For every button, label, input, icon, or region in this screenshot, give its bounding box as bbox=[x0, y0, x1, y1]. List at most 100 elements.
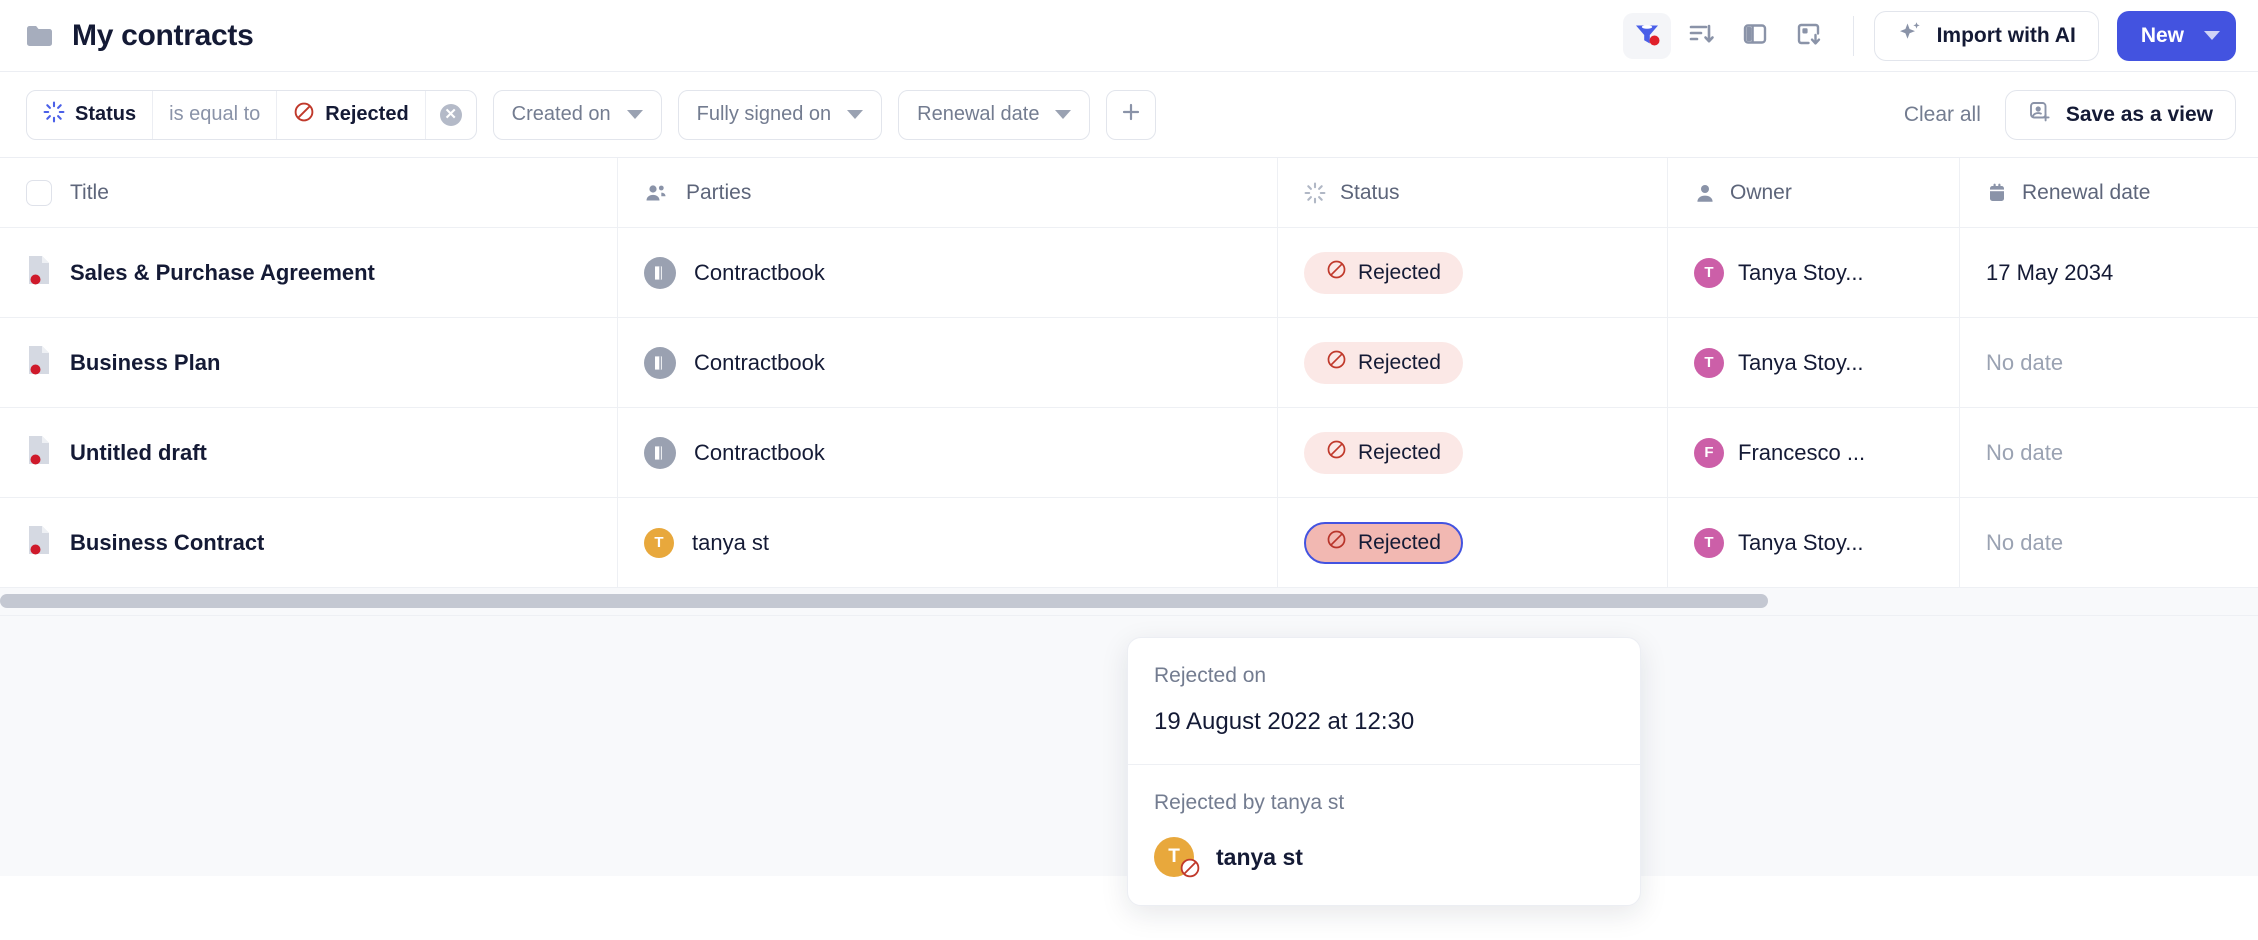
filter-pill-label: Fully signed on bbox=[696, 103, 832, 125]
cell-title[interactable]: Sales & Purchase Agreement bbox=[0, 228, 618, 317]
column-header-parties[interactable]: Parties bbox=[618, 158, 1278, 227]
status-badge[interactable]: Rejected bbox=[1304, 521, 1463, 564]
filter-pill-created-on[interactable]: Created on bbox=[492, 89, 662, 140]
new-button-label: New bbox=[2140, 23, 2184, 47]
rejected-icon bbox=[1326, 529, 1347, 556]
clear-all-button[interactable]: Clear all bbox=[1904, 103, 1981, 127]
filter-value-segment[interactable]: Rejected bbox=[277, 90, 426, 139]
table-row[interactable]: Business Plan Contractbook Rejected T Ta… bbox=[0, 318, 2258, 408]
renewal-date-label: No date bbox=[1986, 349, 2064, 375]
contractbook-avatar-icon bbox=[644, 436, 676, 469]
popover-rejected-on-section: Rejected on 19 August 2022 at 12:30 bbox=[1128, 638, 1640, 764]
filter-pill-fully-signed-on[interactable]: Fully signed on bbox=[677, 89, 883, 140]
popover-rejected-on-label: Rejected on bbox=[1154, 664, 1267, 687]
chevron-down-icon bbox=[626, 110, 643, 119]
renewal-date-label: 17 May 2034 bbox=[1986, 259, 2114, 285]
popover-user-name: tanya st bbox=[1216, 843, 1303, 870]
horizontal-scrollbar[interactable] bbox=[0, 588, 2258, 616]
filter-pill-label: Created on bbox=[511, 103, 611, 125]
header-left-group: My contracts bbox=[26, 19, 254, 53]
party-name-label: tanya st bbox=[692, 529, 770, 555]
popover-rejected-by-section: Rejected by tanya st T tanya st bbox=[1128, 764, 1640, 905]
import-with-ai-button[interactable]: Import with AI bbox=[1873, 10, 2099, 61]
cell-owner: T Tanya Stoy... bbox=[1668, 228, 1960, 317]
page-header: My contracts Import with AI New bbox=[0, 0, 2258, 72]
filter-pill-renewal-date[interactable]: Renewal date bbox=[898, 89, 1091, 140]
cell-parties: Contractbook bbox=[618, 408, 1278, 497]
party-name-label: Contractbook bbox=[694, 439, 825, 465]
scrollbar-thumb[interactable] bbox=[0, 594, 1768, 608]
party-name-label: Contractbook bbox=[694, 259, 825, 285]
cell-parties: Contractbook bbox=[618, 318, 1278, 407]
contractbook-avatar-icon bbox=[644, 256, 676, 289]
status-badge[interactable]: Rejected bbox=[1304, 431, 1463, 474]
status-burst-icon bbox=[43, 101, 65, 129]
avatar: T bbox=[1694, 527, 1724, 558]
contractbook-avatar-icon bbox=[644, 346, 676, 379]
rejected-icon bbox=[293, 101, 315, 129]
cell-title[interactable]: Untitled draft bbox=[0, 408, 618, 497]
new-button[interactable]: New bbox=[2116, 10, 2236, 61]
party-name-label: Contractbook bbox=[694, 349, 825, 375]
column-header-status[interactable]: Status bbox=[1278, 158, 1668, 227]
person-icon bbox=[1694, 182, 1716, 204]
import-with-ai-label: Import with AI bbox=[1936, 23, 2076, 47]
status-badge[interactable]: Rejected bbox=[1304, 251, 1463, 294]
table-row[interactable]: Untitled draft Contractbook Rejected F F… bbox=[0, 408, 2258, 498]
popover-user-row: T tanya st bbox=[1154, 837, 1614, 878]
select-all-checkbox[interactable] bbox=[26, 179, 52, 206]
cell-status: Rejected bbox=[1278, 408, 1668, 497]
chevron-down-icon bbox=[1055, 110, 1072, 119]
filter-operator-segment[interactable]: is equal to bbox=[153, 90, 278, 139]
cell-title[interactable]: Business Plan bbox=[0, 318, 618, 407]
cell-title[interactable]: Business Contract bbox=[0, 498, 618, 587]
filter-clear-segment[interactable]: ✕ bbox=[426, 91, 476, 139]
row-title-label: Untitled draft bbox=[70, 439, 207, 465]
filter-operator-label: is equal to bbox=[169, 103, 261, 125]
rejected-icon bbox=[1326, 349, 1347, 376]
rejected-icon bbox=[1326, 259, 1347, 286]
owner-name-label: Tanya Stoy... bbox=[1738, 529, 1864, 555]
status-burst-icon bbox=[1304, 182, 1326, 204]
cell-owner: F Francesco ... bbox=[1668, 408, 1960, 497]
sort-button[interactable] bbox=[1677, 13, 1725, 59]
filter-field-segment[interactable]: Status bbox=[27, 90, 154, 139]
status-badge[interactable]: Rejected bbox=[1304, 341, 1463, 384]
document-rejected-icon bbox=[26, 524, 52, 561]
owner-name-label: Francesco ... bbox=[1738, 439, 1866, 465]
cell-status: Rejected bbox=[1278, 228, 1668, 317]
status-filter-chip[interactable]: Status is equal to Rejected ✕ bbox=[26, 89, 477, 140]
add-filter-button[interactable] bbox=[1106, 89, 1157, 140]
filter-button[interactable] bbox=[1622, 12, 1671, 59]
row-title-label: Sales & Purchase Agreement bbox=[70, 259, 375, 285]
cell-renewal-date: No date bbox=[1960, 408, 2258, 497]
column-header-label: Status bbox=[1340, 180, 1400, 204]
clear-filter-icon[interactable]: ✕ bbox=[439, 103, 462, 126]
status-badge-label: Rejected bbox=[1358, 440, 1441, 464]
columns-button[interactable] bbox=[1731, 13, 1779, 59]
filter-field-label: Status bbox=[75, 103, 137, 125]
document-rejected-icon bbox=[26, 344, 52, 381]
popover-rejected-by-label: Rejected by tanya st bbox=[1154, 791, 1345, 814]
column-header-title[interactable]: Title bbox=[0, 158, 618, 227]
save-as-view-button[interactable]: Save as a view bbox=[2004, 89, 2236, 140]
plus-icon bbox=[1119, 100, 1143, 129]
table-row[interactable]: Business Contract T tanya st Rejected T … bbox=[0, 498, 2258, 588]
column-header-label: Renewal date bbox=[2022, 180, 2151, 204]
cell-parties: T tanya st bbox=[618, 498, 1278, 587]
avatar: T bbox=[644, 527, 674, 558]
status-badge-label: Rejected bbox=[1358, 350, 1441, 374]
cell-parties: Contractbook bbox=[618, 228, 1278, 317]
rejected-icon bbox=[1326, 439, 1347, 466]
filter-bar-actions: Clear all Save as a view bbox=[1904, 89, 2236, 140]
calendar-icon bbox=[1986, 182, 2008, 204]
export-button[interactable] bbox=[1785, 13, 1833, 59]
filter-pill-label: Renewal date bbox=[917, 103, 1040, 125]
cell-renewal-date: No date bbox=[1960, 498, 2258, 587]
column-header-renewal-date[interactable]: Renewal date bbox=[1960, 158, 2258, 227]
rejected-icon bbox=[1179, 857, 1201, 884]
avatar: T bbox=[1694, 347, 1724, 378]
popover-rejected-on-value: 19 August 2022 at 12:30 bbox=[1154, 708, 1415, 735]
table-row[interactable]: Sales & Purchase Agreement Contractbook … bbox=[0, 228, 2258, 318]
column-header-owner[interactable]: Owner bbox=[1668, 158, 1960, 227]
